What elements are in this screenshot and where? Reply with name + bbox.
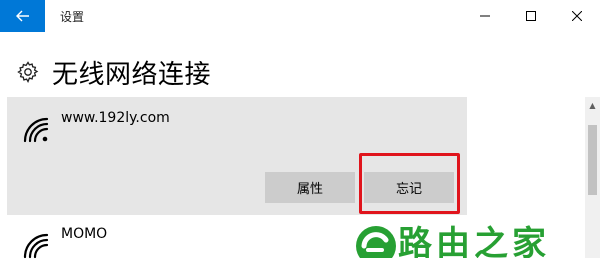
network-name: MOMO	[61, 226, 108, 242]
maximize-button[interactable]	[508, 0, 554, 32]
close-icon	[572, 11, 582, 21]
window-title: 设置	[60, 10, 85, 24]
watermark: 路由之家	[346, 216, 600, 258]
scroll-thumb[interactable]	[588, 125, 597, 195]
title-bar: 设置	[0, 0, 600, 32]
back-button[interactable]	[0, 0, 45, 32]
arrow-left-icon	[15, 10, 29, 22]
watermark-text: 路由之家	[398, 224, 550, 258]
maximize-icon	[526, 11, 536, 21]
gear-icon	[17, 61, 39, 83]
minimize-button[interactable]	[462, 0, 508, 32]
page-title: 无线网络连接	[52, 60, 212, 90]
forget-button[interactable]: 忘记	[364, 172, 454, 203]
wifi-icon	[23, 233, 49, 259]
network-item-selected[interactable]: www.192ly.com 属性 忘记	[7, 97, 467, 215]
watermark-logo-icon	[356, 226, 396, 258]
network-name: www.192ly.com	[61, 110, 170, 126]
properties-button[interactable]: 属性	[265, 172, 355, 203]
minimize-icon	[480, 15, 490, 17]
close-button[interactable]	[554, 0, 600, 32]
scroll-up-icon[interactable]: ▲	[587, 100, 598, 110]
wifi-icon	[23, 117, 49, 143]
